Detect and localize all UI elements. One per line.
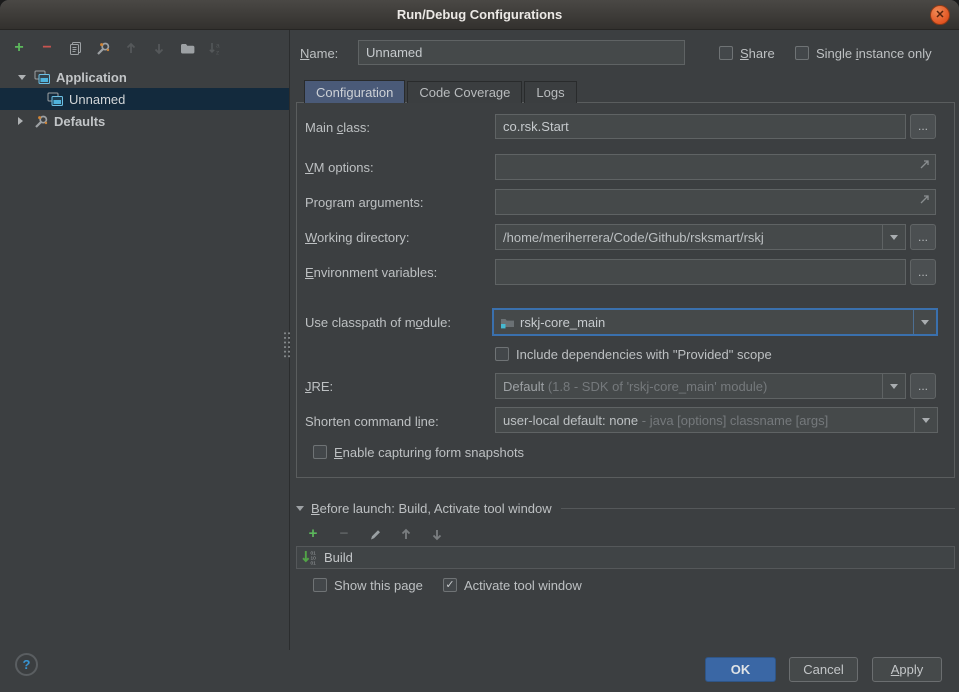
copy-configuration-button[interactable] [66,39,84,57]
before-launch-task-list: 011001 Build [296,546,955,569]
build-task-icon: 011001 [302,549,318,566]
panel-splitter-handle[interactable] [283,331,291,359]
folder-icon [180,42,195,55]
move-task-up-button[interactable] [397,525,415,543]
section-collapse-icon[interactable] [296,506,304,511]
question-mark-icon: ? [23,657,31,672]
tab-configuration[interactable]: Configuration [304,80,405,103]
svg-text:z: z [216,50,219,56]
tree-item-unnamed[interactable]: Unnamed [0,88,289,110]
tree-toolbar: + − az [10,38,224,58]
edit-defaults-button[interactable] [94,39,112,57]
cancel-button[interactable]: Cancel [789,657,858,682]
add-task-button[interactable]: + [304,525,322,543]
checkmark-icon: ✓ [445,579,454,591]
add-configuration-button[interactable]: + [10,39,28,57]
show-this-page-label: Show this page [334,578,423,593]
before-launch-header[interactable]: Before launch: Build, Activate tool wind… [296,501,955,516]
tab-logs[interactable]: Logs [524,81,576,103]
svg-text:01: 01 [311,561,317,567]
help-button[interactable]: ? [15,653,38,676]
wrench-settings-icon [95,41,111,56]
ok-button[interactable]: OK [705,657,776,682]
section-divider [561,508,955,509]
activate-tool-window-label: Activate tool window [464,578,582,593]
tree-item-defaults[interactable]: Defaults [0,110,289,132]
defaults-wrench-icon [33,114,49,129]
single-instance-checkbox[interactable] [795,46,809,60]
close-icon: ✕ [935,9,944,21]
move-down-button[interactable] [150,39,168,57]
create-folder-button[interactable] [178,39,196,57]
show-this-page-checkbox[interactable] [313,578,327,592]
activate-tool-window-checkbox[interactable]: ✓ [443,578,457,592]
name-label: Name: [300,46,338,61]
configuration-tab-panel [296,102,955,478]
name-input[interactable] [358,40,685,65]
move-up-button[interactable] [122,39,140,57]
copy-icon [68,41,83,56]
application-type-icon [34,70,51,85]
svg-text:a: a [216,43,220,50]
configurations-tree-panel: + − az Application [0,30,290,650]
pencil-icon [369,528,382,541]
sort-configurations-button[interactable]: az [206,39,224,57]
tree-item-label: Unnamed [69,92,125,107]
edit-task-button[interactable] [366,525,384,543]
apply-button[interactable]: Apply [872,657,942,682]
before-launch-toolbar: + − [304,525,446,543]
run-debug-configurations-dialog: Run/Debug Configurations ✕ + − [0,0,959,692]
collapsed-arrow-icon[interactable] [18,117,23,125]
share-label: Share [740,46,775,61]
tree-item-application[interactable]: Application [0,66,289,88]
remove-task-button[interactable]: − [335,525,353,543]
arrow-up-icon [125,42,137,55]
before-launch-title: Before launch: Build, Activate tool wind… [311,501,552,516]
minus-icon: − [42,40,51,56]
move-task-down-button[interactable] [428,525,446,543]
minus-icon: − [340,526,349,542]
share-checkbox[interactable] [719,46,733,60]
single-instance-label: Single instance only [816,46,932,61]
sort-az-icon: az [208,41,222,55]
arrow-down-icon [431,528,443,541]
task-item-build[interactable]: Build [324,550,353,565]
plus-icon: + [309,526,318,542]
expanded-arrow-icon[interactable] [18,75,26,80]
dialog-title: Run/Debug Configurations [0,7,959,22]
title-bar[interactable]: Run/Debug Configurations ✕ [0,0,959,30]
tree-item-label: Defaults [54,114,105,129]
tab-bar: Configuration Code Coverage Logs [304,80,579,103]
arrow-down-icon [153,42,165,55]
arrow-up-icon [400,528,412,541]
remove-configuration-button[interactable]: − [38,39,56,57]
close-window-button[interactable]: ✕ [930,5,950,25]
tab-code-coverage[interactable]: Code Coverage [407,81,522,103]
tree-item-label: Application [56,70,127,85]
plus-icon: + [14,40,23,56]
application-type-icon [47,92,64,107]
